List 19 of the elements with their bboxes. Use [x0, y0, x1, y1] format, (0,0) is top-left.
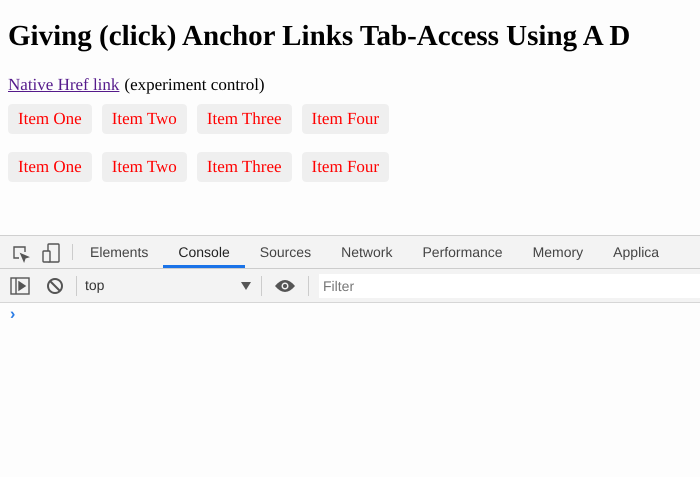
link-note: (experiment control): [124, 75, 265, 95]
inspect-icon[interactable]: [12, 245, 30, 263]
context-value: top: [85, 276, 104, 295]
devtools-tab[interactable]: Network: [326, 236, 408, 268]
sidebar-toggle-icon[interactable]: [10, 276, 30, 294]
clear-icon[interactable]: [46, 276, 64, 294]
page-heading: Giving (click) Anchor Links Tab-Access Using A D: [8, 19, 630, 54]
devtools-tab[interactable]: Performance: [407, 236, 518, 268]
filter-field[interactable]: Filter: [319, 274, 700, 298]
context-select[interactable]: top: [85, 275, 251, 296]
dropdown-arrow-icon: [241, 282, 251, 290]
devtools-tab[interactable]: Memory: [518, 236, 598, 268]
console-prompt[interactable]: ›: [10, 305, 16, 325]
device-icon[interactable]: [42, 243, 60, 263]
devtools-tab[interactable]: Elements: [75, 236, 164, 268]
native-link[interactable]: Native Href link: [8, 75, 120, 95]
eye-icon[interactable]: [274, 278, 296, 292]
devtools-tab[interactable]: Applica: [598, 236, 674, 268]
devtools-tab[interactable]: Sources: [244, 236, 326, 268]
